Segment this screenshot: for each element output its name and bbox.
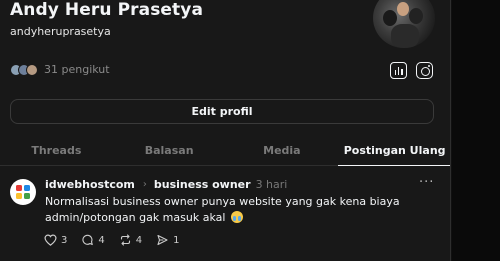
post-header: idwebhostcom › business owner 3 hari	[45, 178, 287, 191]
send-icon	[157, 234, 168, 246]
repost-count: 4	[135, 234, 143, 246]
crying-face-icon	[230, 211, 243, 223]
insights-icon[interactable]	[390, 62, 407, 79]
profile-avatar[interactable]	[373, 0, 435, 48]
post-actions: 3 4 4 1	[44, 234, 194, 246]
background-strip	[452, 0, 500, 261]
post-topic[interactable]: business owner	[154, 178, 251, 191]
followers-count: 31 pengikut	[44, 63, 110, 76]
share-count: 1	[173, 234, 180, 246]
edit-profile-button[interactable]: Edit profil	[10, 99, 434, 124]
repost-icon	[120, 234, 130, 246]
tab-postingan-ulang[interactable]: Postingan Ulang	[338, 136, 450, 166]
tab-threads[interactable]: Threads	[0, 136, 113, 165]
tab-media[interactable]: Media	[226, 136, 339, 165]
profile-name: Andy Heru Prasetya	[10, 0, 204, 20]
like-count: 3	[61, 234, 68, 246]
reply-count: 4	[98, 234, 105, 246]
author-avatar[interactable]	[10, 179, 36, 205]
like-button[interactable]: 3	[44, 234, 67, 246]
chevron-right-icon: ›	[142, 179, 147, 190]
tab-balasan[interactable]: Balasan	[113, 136, 226, 165]
repost-button[interactable]: 4	[119, 234, 142, 246]
profile-tabs: Threads Balasan Media Postingan Ulang	[0, 136, 450, 166]
repost-item[interactable]: idwebhostcom › business owner 3 hari ···…	[0, 167, 450, 261]
follower-avatar	[26, 63, 38, 76]
more-options-icon[interactable]: ···	[419, 175, 434, 190]
followers-row[interactable]: 31 pengikut	[10, 63, 110, 76]
comment-icon	[82, 234, 94, 246]
share-button[interactable]: 1	[156, 234, 180, 246]
post-text-block: Normalisasi business owner punya website…	[45, 194, 425, 226]
post-author[interactable]: idwebhostcom	[45, 178, 135, 191]
post-time: 3 hari	[255, 178, 288, 191]
instagram-icon[interactable]	[416, 62, 433, 79]
profile-panel: Andy Heru Prasetya andyheruprasetya 31 p…	[0, 0, 451, 261]
reply-button[interactable]: 4	[81, 234, 105, 246]
heart-icon	[44, 234, 57, 246]
post-text: Normalisasi business owner punya website…	[45, 195, 400, 224]
profile-handle: andyheruprasetya	[10, 25, 111, 38]
